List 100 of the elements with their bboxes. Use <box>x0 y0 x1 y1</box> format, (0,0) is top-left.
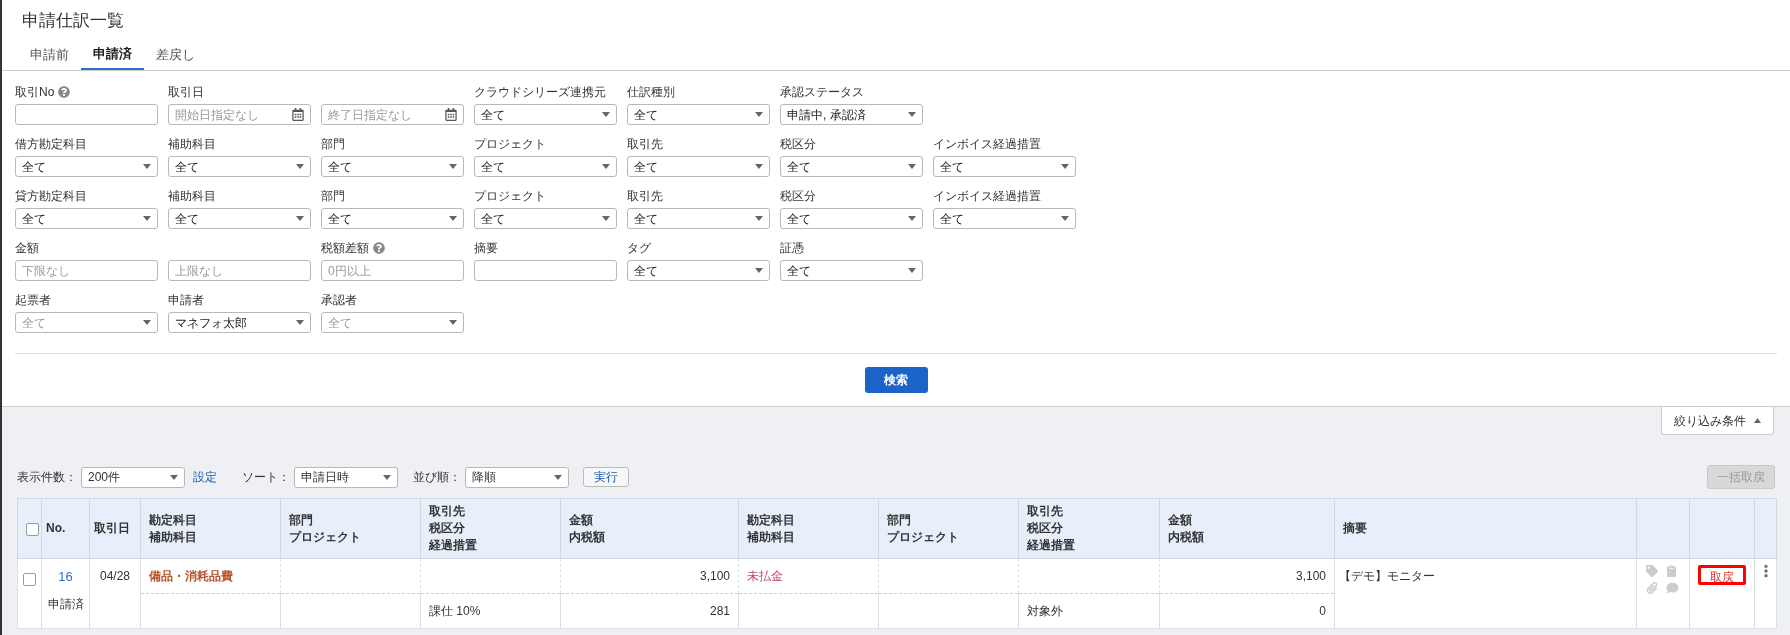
field-label: 貸方勘定科目 <box>15 187 87 205</box>
sort-label: ソート： <box>242 469 290 486</box>
caret-icon <box>383 474 391 480</box>
caret-icon <box>908 216 916 221</box>
select-field[interactable]: 全て <box>321 208 464 229</box>
select-field[interactable]: 申請中, 承認済 <box>780 104 923 125</box>
tax-category-text: 課仕 10% <box>429 604 481 618</box>
account-name: 備品・消耗品費 <box>149 569 233 583</box>
caret-icon <box>449 164 457 169</box>
caret-icon <box>602 164 610 169</box>
settings-link[interactable]: 設定 <box>193 468 217 486</box>
select-field[interactable]: 全て <box>168 208 311 229</box>
field-label: プロジェクト <box>474 187 546 205</box>
paperclip-icon[interactable] <box>1646 582 1658 594</box>
field-label: 取引先 <box>627 135 663 153</box>
amount-text: 3,100 <box>1295 569 1326 583</box>
help-icon[interactable] <box>373 241 385 254</box>
select-field[interactable]: マネフォ太郎 <box>168 312 311 333</box>
row-checkbox[interactable] <box>23 573 36 586</box>
column-header: 勘定科目 補助科目 <box>747 511 796 546</box>
caret-icon <box>449 320 457 325</box>
field-label: 借方勘定科目 <box>15 135 87 153</box>
text-field[interactable] <box>474 260 617 281</box>
column-header: 部門 プロジェクト <box>289 511 362 546</box>
caret-icon <box>755 268 763 273</box>
select-field[interactable]: 全て <box>474 104 617 125</box>
field-label: 仕訳種別 <box>627 83 675 101</box>
field-label: 申請者 <box>168 291 204 309</box>
tax-amount-text: 0 <box>1319 604 1326 618</box>
column-header: 取引日 <box>94 520 131 537</box>
caret-icon <box>143 320 151 325</box>
text-field[interactable]: 下限なし <box>15 260 158 281</box>
tax-amount-text: 281 <box>709 604 730 618</box>
select-field[interactable]: 全て <box>627 156 770 177</box>
field-label: 取引先 <box>627 187 663 205</box>
field-label: インボイス経過措置 <box>933 187 1041 205</box>
per-page-label: 表示件数： <box>17 469 77 486</box>
tag-icon[interactable] <box>1646 565 1658 577</box>
caret-icon <box>908 164 916 169</box>
select-field[interactable]: 全て <box>780 156 923 177</box>
entry-number-link[interactable]: 16 <box>58 567 73 587</box>
clipboard-icon[interactable] <box>1665 565 1677 577</box>
select-field[interactable]: 全て <box>933 156 1076 177</box>
caret-icon <box>755 112 763 117</box>
select-field[interactable]: 全て <box>780 208 923 229</box>
select-field[interactable]: 全て <box>15 156 158 177</box>
column-header: 取引先 税区分 経過措置 <box>429 503 478 554</box>
select-field[interactable]: 200件 <box>81 466 185 488</box>
select-all-checkbox[interactable] <box>26 522 39 536</box>
field-label: 部門 <box>321 187 345 205</box>
column-header: 勘定科目 補助科目 <box>149 511 198 546</box>
select-field[interactable]: 全て <box>474 156 617 177</box>
caret-icon <box>296 164 304 169</box>
select-field[interactable]: 全て <box>627 208 770 229</box>
column-header: 摘要 <box>1343 520 1368 537</box>
amount-text: 3,100 <box>699 569 730 583</box>
return-button[interactable]: 取戻 <box>1698 565 1746 585</box>
field-label: インボイス経過措置 <box>933 135 1041 153</box>
column-header: 金額 内税額 <box>569 511 606 546</box>
select-field[interactable]: 全て <box>780 260 923 281</box>
tab[interactable]: 申請済 <box>81 40 144 70</box>
caret-icon <box>143 216 151 221</box>
text-field[interactable]: 上限なし <box>168 260 311 281</box>
caret-icon <box>449 216 457 221</box>
field-label: 摘要 <box>474 239 498 257</box>
select-field[interactable]: 全て <box>627 104 770 125</box>
caret-icon <box>908 268 916 273</box>
calendar-icon <box>445 108 457 121</box>
comment-icon[interactable] <box>1665 582 1679 594</box>
caret-icon <box>296 320 304 325</box>
field-label: 取引No <box>15 83 55 101</box>
field-label: 部門 <box>321 135 345 153</box>
field-label: 起票者 <box>15 291 51 309</box>
account-name: 未払金 <box>747 569 783 583</box>
field-label: 補助科目 <box>168 135 216 153</box>
select-field[interactable]: 全て <box>321 156 464 177</box>
tax-category-text: 対象外 <box>1027 604 1063 618</box>
text-field[interactable] <box>15 104 158 125</box>
filter-toggle-button[interactable]: 絞り込み条件 <box>1661 407 1774 435</box>
tab[interactable]: 差戻し <box>144 40 207 70</box>
field-label: 承認ステータス <box>780 83 864 101</box>
tab[interactable]: 申請前 <box>18 40 81 70</box>
caret-icon <box>602 112 610 117</box>
select-field[interactable]: 全て <box>15 208 158 229</box>
help-icon[interactable] <box>58 85 71 98</box>
select-field[interactable]: 申請日時 <box>294 466 398 488</box>
caret-icon <box>143 164 151 169</box>
memo-text: 【デモ】モニター <box>1339 569 1435 583</box>
select-field[interactable]: 全て <box>627 260 770 281</box>
caret-icon <box>908 112 916 117</box>
select-field[interactable]: 全て <box>933 208 1076 229</box>
calendar-icon <box>292 108 304 121</box>
search-button[interactable]: 検索 <box>864 367 928 393</box>
select-field[interactable]: 全て <box>474 208 617 229</box>
caret-icon <box>1061 164 1069 169</box>
text-field[interactable]: 0円以上 <box>321 260 464 281</box>
run-button[interactable]: 実行 <box>583 467 629 487</box>
select-field[interactable]: 降順 <box>465 466 569 488</box>
select-field[interactable]: 全て <box>168 156 311 177</box>
caret-icon <box>1061 216 1069 221</box>
